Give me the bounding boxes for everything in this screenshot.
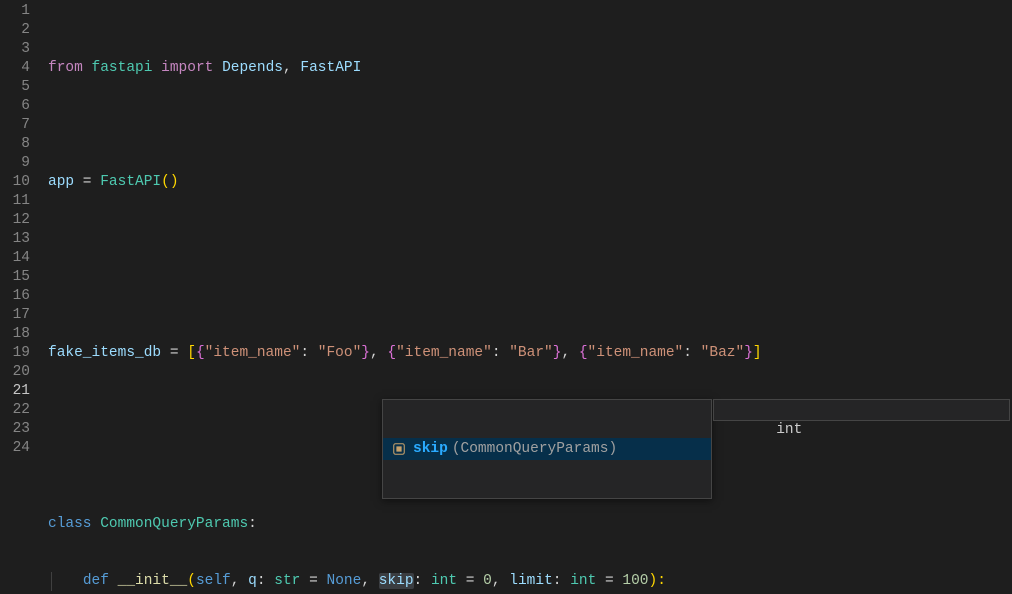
intellisense-documentation: int: [713, 399, 1010, 421]
intellisense-popup[interactable]: skip(CommonQueryParams): [382, 399, 712, 499]
line-number: 6: [0, 97, 30, 116]
line-number: 10: [0, 173, 30, 192]
doc-text: int: [776, 422, 802, 438]
code-line[interactable]: app = FastAPI(): [48, 173, 1012, 192]
code-line[interactable]: def __init__(self, q: str = None, skip: …: [48, 572, 1012, 591]
line-number: 8: [0, 135, 30, 154]
code-area[interactable]: from fastapi import Depends, FastAPI app…: [48, 0, 1012, 594]
line-number: 21: [0, 382, 30, 401]
line-number: 13: [0, 230, 30, 249]
line-number: 9: [0, 154, 30, 173]
line-number: 22: [0, 401, 30, 420]
line-number: 11: [0, 192, 30, 211]
line-number: 12: [0, 211, 30, 230]
code-editor[interactable]: 1 2 3 4 5 6 7 8 9 10 11 12 13 14 15 16 1…: [0, 0, 1012, 594]
code-line[interactable]: [48, 287, 1012, 306]
line-number: 2: [0, 21, 30, 40]
line-number: 15: [0, 268, 30, 287]
code-line[interactable]: [48, 230, 1012, 249]
code-line[interactable]: from fastapi import Depends, FastAPI: [48, 59, 1012, 78]
line-number: 20: [0, 363, 30, 382]
line-number: 1: [0, 2, 30, 21]
line-number: 5: [0, 78, 30, 97]
code-line[interactable]: class CommonQueryParams:: [48, 515, 1012, 534]
line-number: 17: [0, 306, 30, 325]
line-number-gutter: 1 2 3 4 5 6 7 8 9 10 11 12 13 14 15 16 1…: [0, 0, 48, 594]
line-number: 24: [0, 439, 30, 458]
field-icon: [391, 441, 407, 457]
intellisense-item[interactable]: skip(CommonQueryParams): [383, 438, 711, 460]
line-number: 4: [0, 59, 30, 78]
code-line[interactable]: fake_items_db = [{"item_name": "Foo"}, {…: [48, 344, 1012, 363]
line-number: 3: [0, 40, 30, 59]
intellisense-hint: (CommonQueryParams): [452, 441, 617, 457]
code-line[interactable]: [48, 116, 1012, 135]
line-number: 16: [0, 287, 30, 306]
line-number: 18: [0, 325, 30, 344]
line-number: 7: [0, 116, 30, 135]
line-number: 23: [0, 420, 30, 439]
line-number: 19: [0, 344, 30, 363]
intellisense-match: skip: [413, 441, 448, 457]
line-number: 14: [0, 249, 30, 268]
